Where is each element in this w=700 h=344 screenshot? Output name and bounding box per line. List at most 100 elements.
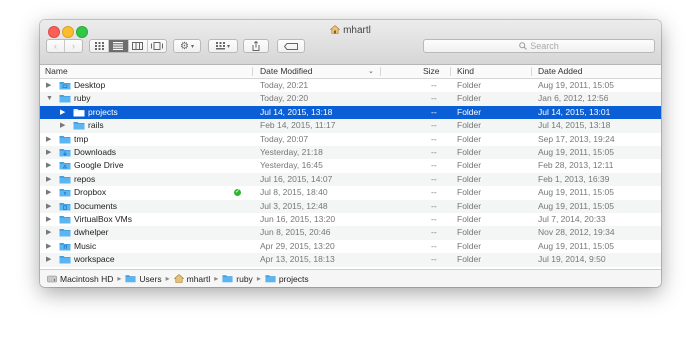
column-header-kind[interactable]: Kind — [457, 65, 474, 78]
column-divider[interactable] — [450, 67, 451, 76]
file-row-downloads[interactable]: ▶ Downloads Yesterday, 21:18 -- Folder Aug 19… — [40, 146, 661, 160]
file-row-virtualbox-vms[interactable]: ▶ VirtualBox VMs Jun 16, 2015, 13:20 -- Fold… — [40, 213, 661, 226]
back-forward-control: ‹ › — [46, 39, 83, 53]
column-view-icon — [132, 42, 144, 50]
column-divider[interactable] — [531, 67, 532, 76]
file-row-music[interactable]: ▶ Music Apr 29, 2015, 13:20 -- Folder Aug 19,… — [40, 240, 661, 253]
file-size: -- — [431, 106, 437, 117]
coverflow-view-button[interactable] — [148, 40, 166, 52]
column-divider[interactable] — [380, 67, 381, 76]
path-item-mhartl[interactable]: mhartl — [173, 274, 210, 284]
back-button[interactable]: ‹ — [47, 40, 65, 52]
date-added: Jul 14, 2015, 13:18 — [538, 120, 611, 131]
file-name: ruby — [74, 93, 91, 104]
file-name: Desktop — [74, 80, 106, 90]
file-name: VirtualBox VMs — [74, 214, 132, 224]
file-name: Music — [74, 240, 97, 251]
disclosure-collapsed-icon[interactable]: ▶ — [46, 159, 51, 172]
tag-icon — [284, 42, 298, 50]
file-row-tmp[interactable]: ▶ tmp Today, 20:07 -- Folder Sep 17, 2013, 19… — [40, 133, 661, 146]
disclosure-collapsed-icon[interactable]: ▶ — [60, 119, 65, 132]
disclosure-collapsed-icon[interactable]: ▶ — [46, 253, 51, 266]
disclosure-collapsed-icon[interactable]: ▶ — [46, 173, 51, 186]
file-name: Dropbox — [74, 187, 107, 198]
date-modified: Apr 29, 2015, 13:20 — [260, 240, 335, 251]
date-added: Feb 28, 2013, 12:11 — [538, 160, 614, 171]
file-row-dwhelper[interactable]: ▶ dwhelper Jun 8, 2015, 20:46 -- Folder Nov 2… — [40, 226, 661, 240]
file-name: projects — [88, 106, 118, 117]
date-modified: Apr 13, 2015, 18:13 — [260, 254, 335, 265]
file-row-workspace[interactable]: ▶ workspace Apr 13, 2015, 18:13 -- Folder Jul… — [40, 253, 661, 267]
file-size: -- — [431, 133, 437, 144]
disclosure-collapsed-icon[interactable]: ▶ — [46, 213, 51, 226]
folder-icon — [59, 229, 71, 237]
disclosure-collapsed-icon[interactable]: ▶ — [46, 186, 51, 199]
file-size: -- — [431, 173, 437, 184]
icon-view-button[interactable] — [90, 40, 110, 52]
disclosure-expanded-icon[interactable]: ▼ — [46, 92, 53, 105]
home-icon — [173, 274, 184, 283]
date-modified: Today, 20:21 — [260, 80, 309, 90]
file-row-ruby[interactable]: ▼ ruby Today, 20:20 -- Folder Jan 6, 2012, 12… — [40, 92, 661, 106]
tags-button[interactable] — [277, 39, 305, 53]
path-item-macintosh-hd[interactable]: Macintosh HD — [47, 274, 113, 284]
file-row-dropbox[interactable]: ▶ Dropbox Jul 8, 2015, 18:40 -- Folder Aug 19… — [40, 186, 661, 199]
file-kind: Folder — [457, 147, 482, 157]
folder-icon — [73, 108, 85, 117]
forward-button[interactable]: › — [65, 40, 82, 52]
file-row-rails[interactable]: ▶ rails Feb 14, 2015, 11:17 -- Folder Jul 14,… — [40, 119, 661, 133]
hard-drive-icon — [47, 275, 57, 283]
icon-view-icon — [94, 42, 104, 50]
column-header-size[interactable]: Size — [423, 65, 440, 78]
window-title-text: mhartl — [343, 25, 371, 36]
column-divider[interactable] — [252, 67, 253, 76]
column-header-date-added[interactable]: Date Added — [538, 65, 582, 78]
arrange-menu-button[interactable]: ▾ — [208, 39, 238, 53]
column-header-date-modified[interactable]: Date Modified — [260, 65, 312, 78]
disclosure-collapsed-icon[interactable]: ▶ — [46, 240, 51, 253]
search-field[interactable]: Search — [423, 39, 655, 53]
file-row-repos[interactable]: ▶ repos Jul 16, 2015, 14:07 -- Folder Feb 1, … — [40, 172, 661, 187]
file-row-google-drive[interactable]: ▶ Google Drive Yesterday, 16:45 -- Folder Feb… — [40, 159, 661, 172]
date-modified: Today, 20:20 — [260, 93, 309, 104]
file-size: -- — [431, 93, 437, 104]
file-row-projects[interactable]: ▶ projects Jul 14, 2015, 13:18 -- Folder Jul … — [40, 105, 661, 120]
disclosure-collapsed-icon[interactable]: ▶ — [46, 200, 51, 213]
file-kind: Folder — [457, 106, 482, 117]
column-view-button[interactable] — [129, 40, 148, 52]
path-item-projects[interactable]: projects — [265, 274, 309, 284]
file-name: repos — [74, 173, 96, 184]
file-row-desktop[interactable]: ▶ Desktop Today, 20:21 -- Folder Aug 19, 2011… — [40, 79, 661, 92]
file-size: -- — [431, 200, 437, 211]
disclosure-collapsed-icon[interactable]: ▶ — [46, 79, 51, 92]
file-size: -- — [431, 120, 437, 131]
file-size: -- — [431, 214, 437, 224]
chevron-right-icon: › — [72, 41, 75, 51]
chevron-down-icon: ▾ — [190, 43, 194, 50]
disclosure-collapsed-icon[interactable]: ▶ — [46, 133, 51, 146]
share-button[interactable] — [243, 39, 269, 53]
sort-chevron-icon[interactable]: ⌄ — [368, 65, 374, 78]
disclosure-collapsed-icon[interactable]: ▶ — [46, 226, 51, 239]
path-item-label: projects — [278, 273, 309, 284]
file-name: Downloads — [74, 147, 117, 157]
column-header-name[interactable]: Name — [45, 65, 68, 78]
path-item-label: Users — [139, 273, 162, 284]
titlebar: mhartl ‹ › ⚙ ▾ ▾ Search — [40, 20, 661, 65]
file-kind: Folder — [457, 187, 482, 198]
folder-icon — [59, 135, 71, 144]
disclosure-collapsed-icon[interactable]: ▶ — [46, 146, 51, 159]
path-item-label: ruby — [236, 273, 253, 284]
path-separator-icon: ▸ — [165, 274, 170, 283]
path-item-users[interactable]: Users — [125, 273, 162, 284]
list-view-button[interactable] — [109, 40, 129, 52]
file-row-documents[interactable]: ▶ Documents Jul 3, 2015, 12:48 -- Folder Aug … — [40, 199, 661, 213]
file-kind: Folder — [457, 173, 482, 184]
path-item-ruby[interactable]: ruby — [222, 274, 253, 284]
action-menu-button[interactable]: ⚙ ▾ — [173, 39, 201, 53]
date-modified: Feb 14, 2015, 11:17 — [260, 120, 336, 131]
disclosure-collapsed-icon[interactable]: ▶ — [60, 106, 65, 119]
view-mode-control — [89, 39, 167, 53]
music-folder-icon — [59, 242, 71, 251]
sync-check-icon: ✓ — [234, 189, 241, 197]
